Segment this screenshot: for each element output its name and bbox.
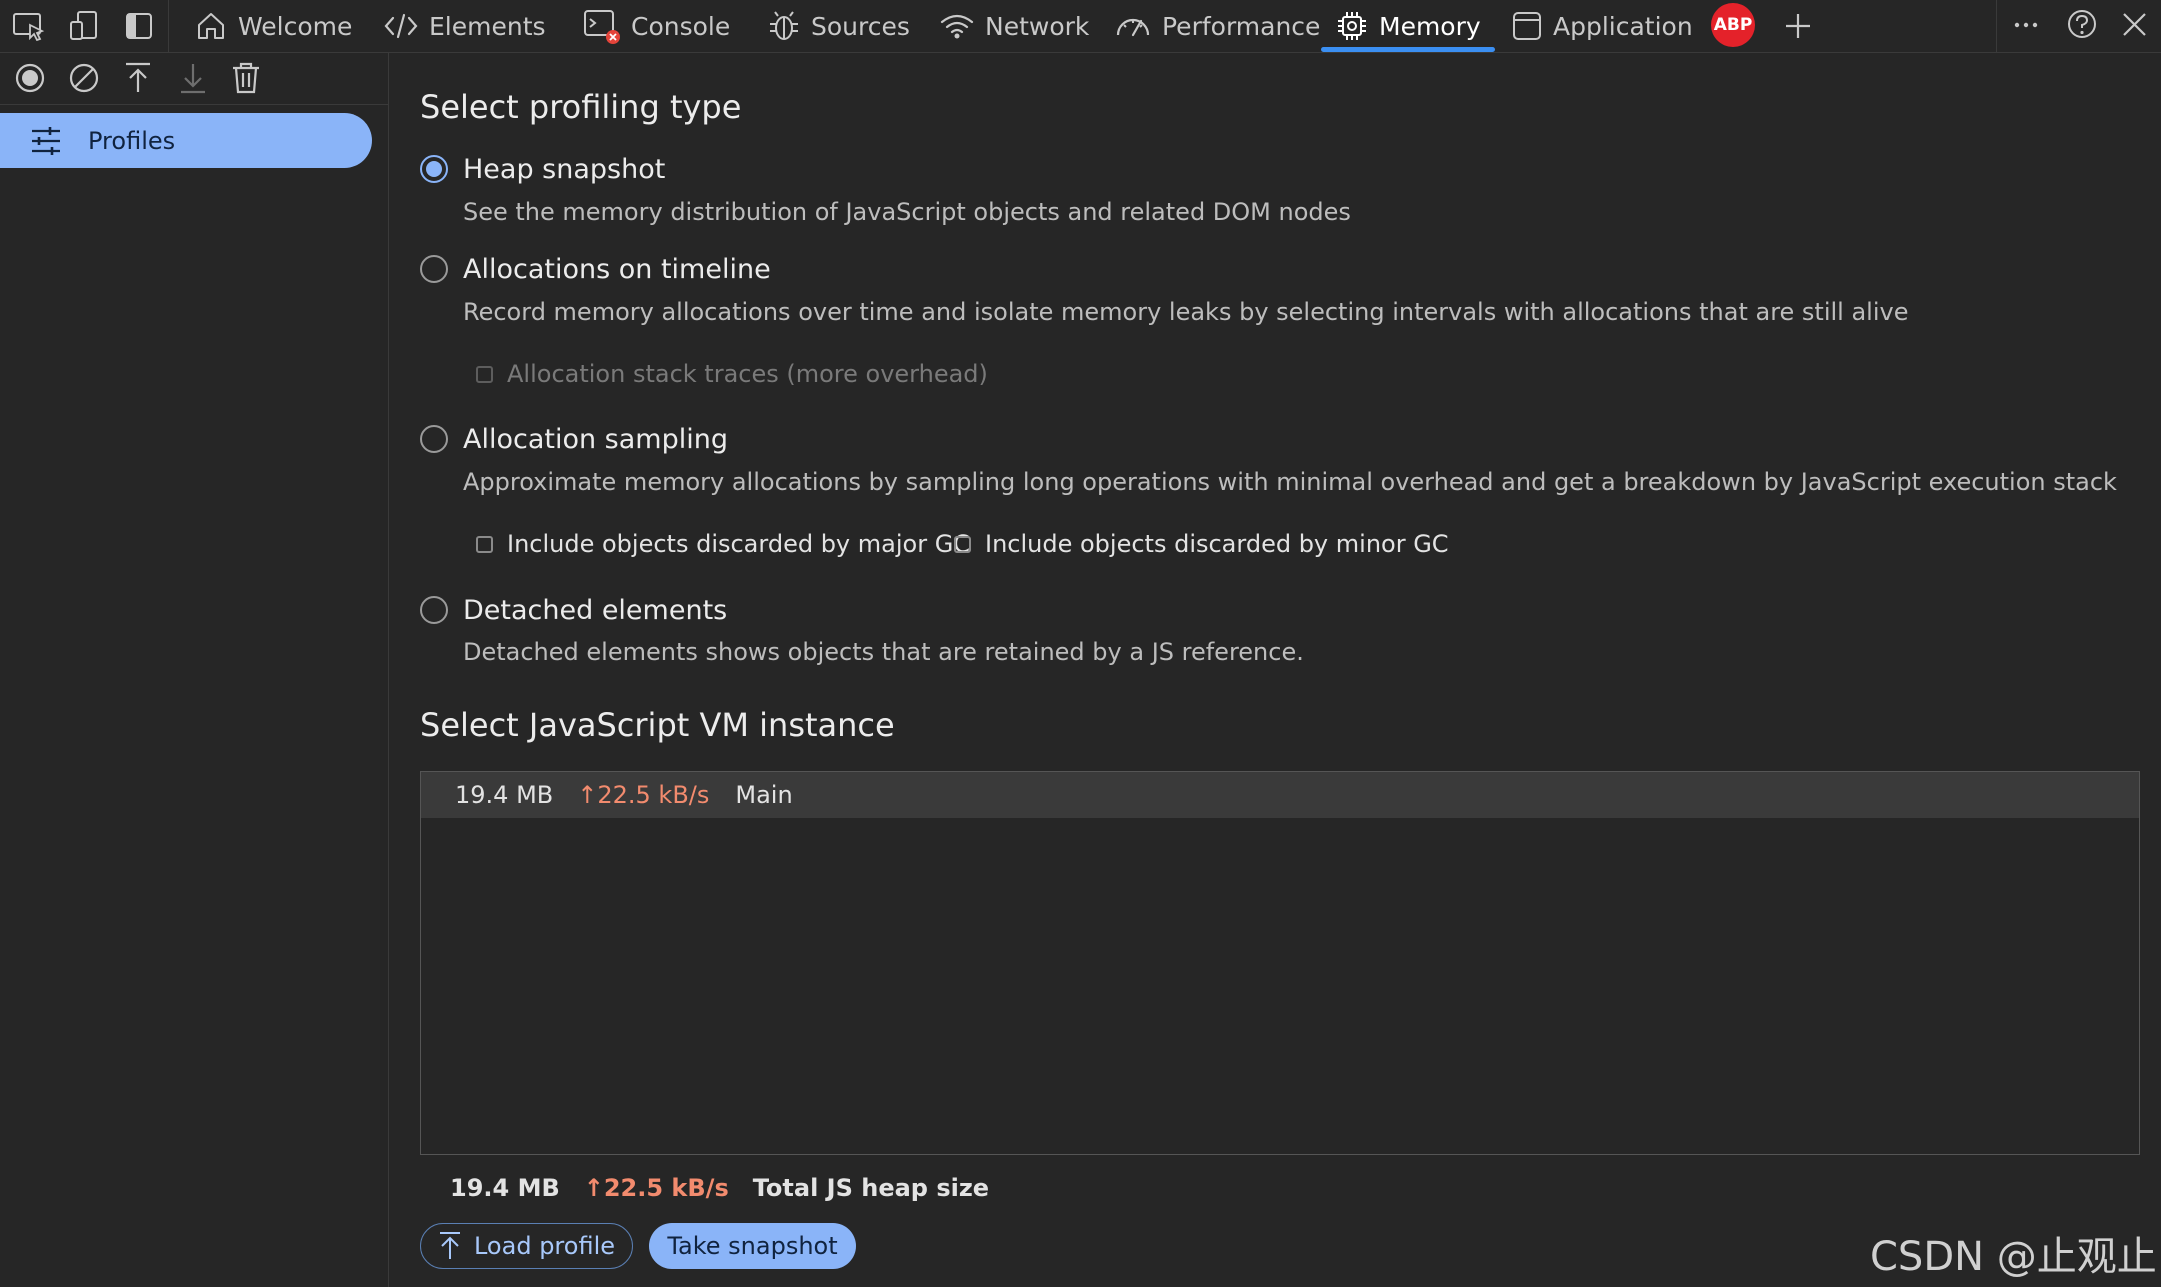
add-tab-icon[interactable]	[1778, 6, 1818, 46]
option-description: See the memory distribution of JavaScrip…	[463, 198, 1351, 226]
take-snapshot-button[interactable]: Take snapshot	[649, 1223, 856, 1269]
tab-label: Sources	[811, 11, 910, 41]
record-icon[interactable]	[10, 58, 50, 98]
tab-memory[interactable]: Memory	[1321, 0, 1495, 52]
vm-instance-row[interactable]: 19.4 MB ↑22.5 kB/s Main	[421, 772, 2139, 818]
allocation-sampling-radio[interactable]	[420, 425, 448, 453]
adblock-extension-tab[interactable]: ABP	[1711, 3, 1755, 47]
tab-network[interactable]: Network	[939, 0, 1089, 52]
vm-instance-name: Main	[735, 781, 793, 809]
total-heap-rate: ↑22.5 kB/s	[583, 1174, 729, 1202]
home-icon	[198, 13, 224, 39]
sliders-icon	[32, 126, 60, 155]
clear-all-profiles-icon[interactable]	[64, 58, 104, 98]
tab-elements[interactable]: Elements	[383, 0, 546, 52]
vm-instance-list: 19.4 MB ↑22.5 kB/s Main	[420, 771, 2140, 1155]
device-toolbar-icon[interactable]	[64, 6, 104, 46]
tab-welcome[interactable]: Welcome	[194, 0, 352, 52]
tab-label: Performance	[1162, 11, 1321, 41]
option-description: Approximate memory allocations by sampli…	[463, 468, 2117, 496]
option-description: Detached elements shows objects that are…	[463, 638, 1304, 666]
checkbox-box[interactable]	[954, 535, 971, 553]
upload-icon	[439, 1232, 460, 1259]
total-heap-size: 19.4 MB	[450, 1174, 560, 1202]
detached-elements-option[interactable]: Detached elements	[420, 593, 727, 627]
allocation-sampling-option[interactable]: Allocation sampling	[420, 422, 728, 456]
tab-application[interactable]: Application	[1511, 0, 1693, 52]
sidebar-item-label: Profiles	[88, 126, 176, 155]
profiling-type-heading: Select profiling type	[420, 88, 742, 126]
checkbox-box[interactable]	[476, 535, 493, 553]
save-profile-icon[interactable]	[173, 58, 213, 98]
more-options-icon[interactable]	[2006, 6, 2046, 46]
vm-instance-heading: Select JavaScript VM instance	[420, 706, 895, 744]
toolbar-divider	[1996, 0, 1997, 52]
tab-performance[interactable]: Performance	[1114, 0, 1320, 52]
button-label: Take snapshot	[667, 1232, 838, 1260]
sidebar-item-profiles[interactable]: Profiles	[0, 113, 372, 168]
devtools-tab-bar: Welcome Elements Console Sources Network…	[0, 0, 2161, 53]
tab-label: Welcome	[238, 11, 353, 41]
checkbox-label: Include objects discarded by major GC	[507, 530, 971, 558]
toolbar-divider	[168, 0, 169, 52]
option-label: Detached elements	[463, 594, 728, 626]
heap-snapshot-radio[interactable]	[420, 155, 448, 183]
close-devtools-icon[interactable]	[2114, 6, 2154, 46]
load-profile-button[interactable]: Load profile	[420, 1223, 633, 1269]
tab-label: Application	[1553, 11, 1693, 41]
tab-label: Memory	[1379, 11, 1481, 41]
checkbox-label: Allocation stack traces (more overhead)	[507, 360, 988, 388]
checkbox-label: Include objects discarded by minor GC	[985, 530, 1449, 558]
checkbox-box[interactable]	[476, 365, 493, 383]
heap-summary: 19.4 MB ↑22.5 kB/s Total JS heap size	[450, 1174, 989, 1202]
app-window-icon	[1513, 12, 1541, 40]
sidebar-divider	[0, 104, 388, 105]
wifi-icon	[940, 14, 974, 39]
major-gc-checkbox[interactable]: Include objects discarded by major GC	[476, 530, 970, 558]
code-icon	[384, 13, 418, 39]
allocations-timeline-radio[interactable]	[420, 255, 448, 283]
option-label: Heap snapshot	[463, 153, 666, 185]
tab-label: Network	[985, 11, 1090, 41]
vm-heap-rate: ↑22.5 kB/s	[577, 781, 710, 809]
chip-icon	[1338, 12, 1366, 40]
minor-gc-checkbox[interactable]: Include objects discarded by minor GC	[954, 530, 1449, 558]
bug-icon	[770, 11, 798, 40]
trash-icon[interactable]	[226, 58, 266, 98]
tab-label: Console	[631, 11, 731, 41]
total-heap-label: Total JS heap size	[752, 1174, 990, 1202]
allocation-stack-traces-checkbox[interactable]: Allocation stack traces (more overhead)	[476, 360, 988, 388]
vm-heap-size: 19.4 MB	[455, 781, 554, 809]
button-label: Load profile	[473, 1232, 615, 1260]
help-icon[interactable]	[2062, 6, 2102, 46]
tab-console[interactable]: Console	[583, 0, 730, 52]
option-label: Allocation sampling	[463, 423, 728, 455]
console-icon	[584, 10, 620, 44]
option-label: Allocations on timeline	[463, 253, 771, 285]
inspect-element-icon[interactable]	[9, 6, 49, 46]
tab-sources[interactable]: Sources	[767, 0, 910, 52]
gauge-icon	[1116, 18, 1150, 37]
tab-label: Elements	[429, 11, 546, 41]
profiles-sidebar	[0, 53, 389, 1287]
heap-snapshot-option[interactable]: Heap snapshot	[420, 152, 665, 186]
dock-side-icon[interactable]	[119, 6, 159, 46]
load-profile-icon[interactable]	[118, 58, 158, 98]
detached-elements-radio[interactable]	[420, 596, 448, 624]
allocations-timeline-option[interactable]: Allocations on timeline	[420, 252, 771, 286]
option-description: Record memory allocations over time and …	[463, 298, 1909, 326]
watermark: CSDN @止观止	[1870, 1234, 2157, 1280]
